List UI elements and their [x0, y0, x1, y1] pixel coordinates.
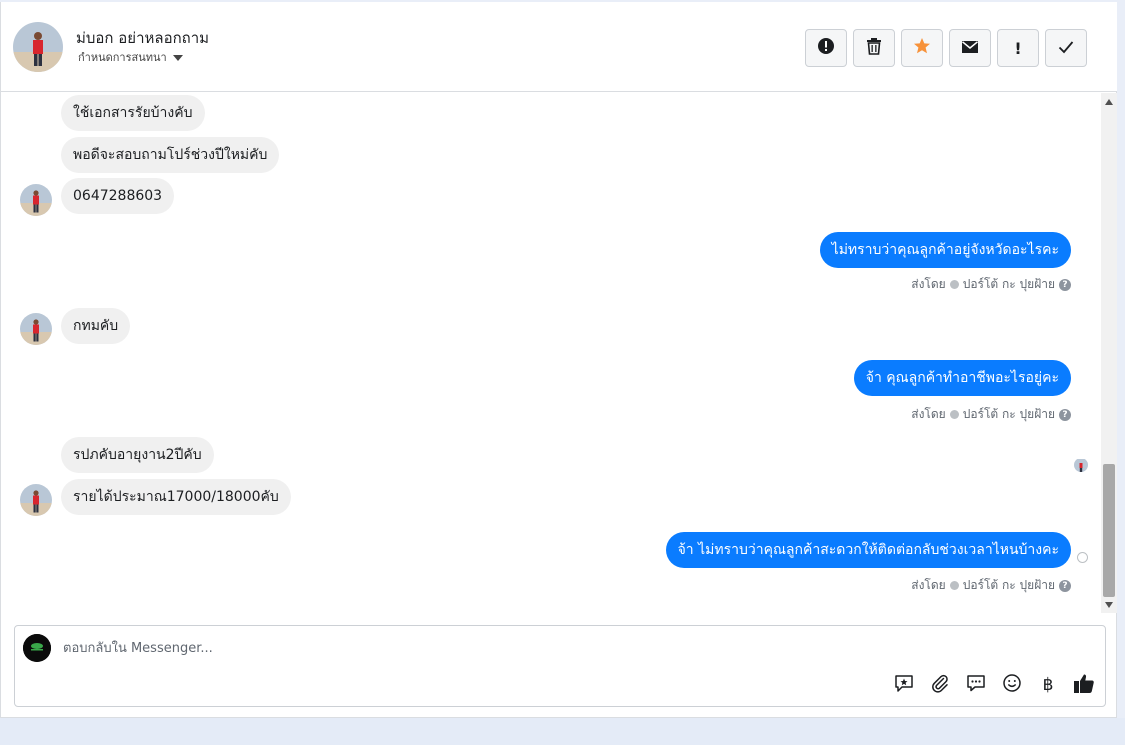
sent-by-info: ส่งโดย ปอร์โต้ กะ ปุยฝ้าย ? — [911, 405, 1071, 424]
outgoing-message[interactable]: จ้า คุณลูกค้าทำอาชีพอะไรอยู่คะ — [853, 360, 1071, 396]
outgoing-message[interactable]: ไม่ทราบว่าคุณลูกค้าอยู่จังหวัดอะไรคะ — [819, 232, 1071, 268]
conversation-status-dropdown[interactable]: กำหนดการสนทนา — [78, 48, 183, 66]
scroll-thumb[interactable] — [1103, 464, 1115, 597]
payment-button[interactable]: ฿ — [1037, 674, 1059, 696]
delete-button[interactable] — [853, 29, 895, 67]
attach-button[interactable] — [929, 674, 951, 696]
sender-name[interactable]: ปอร์โต้ กะ ปุยฝ้าย — [963, 275, 1055, 294]
thumbs-up-icon — [1073, 672, 1095, 698]
verified-icon — [949, 410, 959, 419]
outgoing-message[interactable]: จ้า ไม่ทราบว่าคุณลูกค้าสะดวกให้ติดต่อกลั… — [665, 532, 1071, 568]
composer-toolbar: ฿ — [893, 674, 1095, 696]
check-icon — [1058, 39, 1074, 58]
sent-by-label: ส่งโดย — [911, 277, 946, 291]
incoming-message[interactable]: ใช้เอกสารรัยบ้างคับ — [61, 95, 205, 131]
sender-name[interactable]: ปอร์โต้ กะ ปุยฝ้าย — [963, 576, 1055, 595]
mail-icon — [961, 39, 979, 58]
incoming-message[interactable]: รายได้ประมาณ17000/18000คับ — [61, 479, 291, 515]
star-button[interactable] — [901, 29, 943, 67]
mark-unread-button[interactable] — [949, 29, 991, 67]
message-thread[interactable]: ใช้เอกสารรัยบ้างคับ พอดีจะสอบถามโปร์ช่วง… — [1, 93, 1101, 613]
mark-done-button[interactable] — [1045, 29, 1087, 67]
paperclip-icon — [930, 673, 950, 697]
chat-bubbles-icon — [966, 673, 986, 697]
contact-avatar-small — [20, 484, 52, 516]
incoming-message[interactable]: รปภคับอายุงาน2ปีคับ — [61, 437, 214, 473]
important-button[interactable]: ! — [997, 29, 1039, 67]
saved-reply-button[interactable] — [893, 674, 915, 696]
sent-by-label: ส่งโดย — [911, 407, 946, 421]
scroll-up-arrow-icon[interactable] — [1105, 99, 1113, 105]
contact-name: ม่บอก อย่าหลอกถาม — [76, 29, 210, 47]
trash-icon — [866, 37, 882, 59]
saved-reply-icon — [894, 673, 914, 697]
help-icon[interactable]: ? — [1059, 408, 1071, 421]
seen-indicator-avatar — [1074, 458, 1088, 472]
quick-replies-button[interactable] — [965, 674, 987, 696]
alert-circle-icon — [817, 37, 835, 59]
spam-button[interactable] — [805, 29, 847, 67]
incoming-message[interactable]: กทมคับ — [61, 308, 131, 344]
window-bottom-strip — [0, 718, 1125, 745]
reply-composer: ฿ — [14, 625, 1106, 707]
star-icon — [913, 37, 931, 59]
page-avatar — [23, 634, 51, 662]
header-actions: ! — [805, 29, 1087, 67]
help-icon[interactable]: ? — [1059, 579, 1071, 592]
exclamation-icon: ! — [1014, 38, 1022, 58]
caret-down-icon — [172, 54, 183, 61]
emoji-icon — [1002, 673, 1022, 697]
verified-icon — [949, 581, 959, 590]
baht-icon: ฿ — [1042, 675, 1054, 695]
reply-input[interactable] — [63, 638, 963, 658]
scroll-down-arrow-icon[interactable] — [1105, 602, 1113, 608]
status-label: กำหนดการสนทนา — [78, 51, 167, 64]
sent-by-info: ส่งโดย ปอร์โต้ กะ ปุยฝ้าย ? — [911, 576, 1071, 595]
thread-scrollbar[interactable] — [1101, 93, 1117, 613]
conversation-header: ม่บอก อย่าหลอกถาม กำหนดการสนทนา ! — [1, 2, 1117, 92]
emoji-button[interactable] — [1001, 674, 1023, 696]
verified-icon — [949, 280, 959, 289]
incoming-message[interactable]: 0647288603 — [61, 178, 175, 214]
contact-avatar-small — [20, 184, 52, 216]
incoming-message[interactable]: พอดีจะสอบถามโปร์ช่วงปีใหม่คับ — [61, 137, 280, 173]
contact-avatar[interactable] — [13, 22, 63, 72]
sender-name[interactable]: ปอร์โต้ กะ ปุยฝ้าย — [963, 405, 1055, 424]
delivered-icon — [1077, 552, 1088, 563]
messenger-panel: ม่บอก อย่าหลอกถาม กำหนดการสนทนา ! ใช้เอก… — [0, 2, 1117, 718]
help-icon[interactable]: ? — [1059, 278, 1071, 291]
like-button[interactable] — [1073, 674, 1095, 696]
contact-avatar-small — [20, 313, 52, 345]
sent-by-label: ส่งโดย — [911, 578, 946, 592]
sent-by-info: ส่งโดย ปอร์โต้ กะ ปุยฝ้าย ? — [911, 275, 1071, 294]
